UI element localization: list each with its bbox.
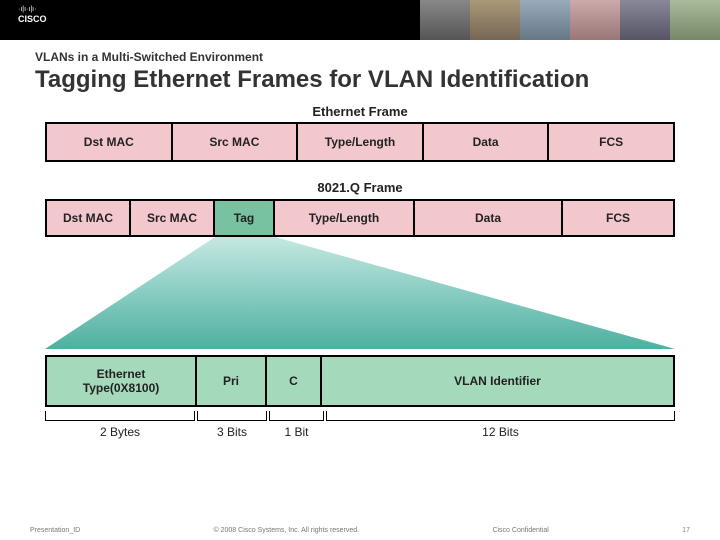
footer-presentation-id: Presentation_ID <box>30 527 80 534</box>
label-2bytes: 2 Bytes <box>45 425 195 439</box>
header-photo-strip <box>420 0 720 40</box>
main-title: Tagging Ethernet Frames for VLAN Identif… <box>35 66 685 94</box>
q-src-mac: Src MAC <box>131 201 215 235</box>
brand-name: CISCO <box>18 14 47 24</box>
bracket-12bits <box>326 411 675 421</box>
tag-ether-type: Ethernet Type(0X8100) <box>47 357 197 405</box>
tag-type-line2: Type(0X8100) <box>83 381 159 395</box>
q-dst-mac: Dst MAC <box>47 201 131 235</box>
label-12bits: 12 Bits <box>326 425 675 439</box>
tag-type-line1: Ethernet <box>97 367 146 381</box>
ethernet-frame: Dst MAC Src MAC Type/Length Data FCS <box>45 122 675 162</box>
eth-src-mac: Src MAC <box>173 124 299 160</box>
q-type-length: Type/Length <box>275 201 415 235</box>
bracket-1bit <box>269 411 324 421</box>
eth-fcs: FCS <box>549 124 673 160</box>
footer-confidential: Cisco Confidential <box>492 527 548 534</box>
ethernet-frame-label: Ethernet Frame <box>45 104 675 119</box>
bracket-2bytes <box>45 411 195 421</box>
tag-detail-frame: Ethernet Type(0X8100) Pri C VLAN Identif… <box>45 355 675 407</box>
tag-cfi: C <box>267 357 322 405</box>
q-fcs: FCS <box>563 201 673 235</box>
tag-vlan-id: VLAN Identifier <box>322 357 673 405</box>
eth-type-length: Type/Length <box>298 124 424 160</box>
dot1q-frame: Dst MAC Src MAC Tag Type/Length Data FCS <box>45 199 675 237</box>
footer: Presentation_ID © 2008 Cisco Systems, In… <box>0 527 720 534</box>
diagram-area: Ethernet Frame Dst MAC Src MAC Type/Leng… <box>45 104 675 451</box>
eth-data: Data <box>424 124 550 160</box>
footer-page-number: 17 <box>682 527 690 534</box>
size-brackets: 2 Bytes 3 Bits 1 Bit 12 Bits <box>45 411 675 451</box>
footer-copyright: © 2008 Cisco Systems, Inc. All rights re… <box>214 527 360 534</box>
pre-title: VLANs in a Multi-Switched Environment <box>35 50 685 64</box>
tag-zoom <box>45 237 675 355</box>
title-block: VLANs in a Multi-Switched Environment Ta… <box>0 40 720 96</box>
header-bar: ·ı|ı·ı|ı· CISCO <box>0 0 720 40</box>
dot1q-frame-label: 8021.Q Frame <box>45 180 675 195</box>
label-1bit: 1 Bit <box>269 425 324 439</box>
label-3bits: 3 Bits <box>197 425 267 439</box>
q-data: Data <box>415 201 563 235</box>
cisco-logo: ·ı|ı·ı|ı· CISCO <box>18 6 47 24</box>
eth-dst-mac: Dst MAC <box>47 124 173 160</box>
bracket-3bits <box>197 411 267 421</box>
tag-priority: Pri <box>197 357 267 405</box>
q-tag: Tag <box>215 201 275 235</box>
zoom-trapezoid <box>45 237 675 349</box>
